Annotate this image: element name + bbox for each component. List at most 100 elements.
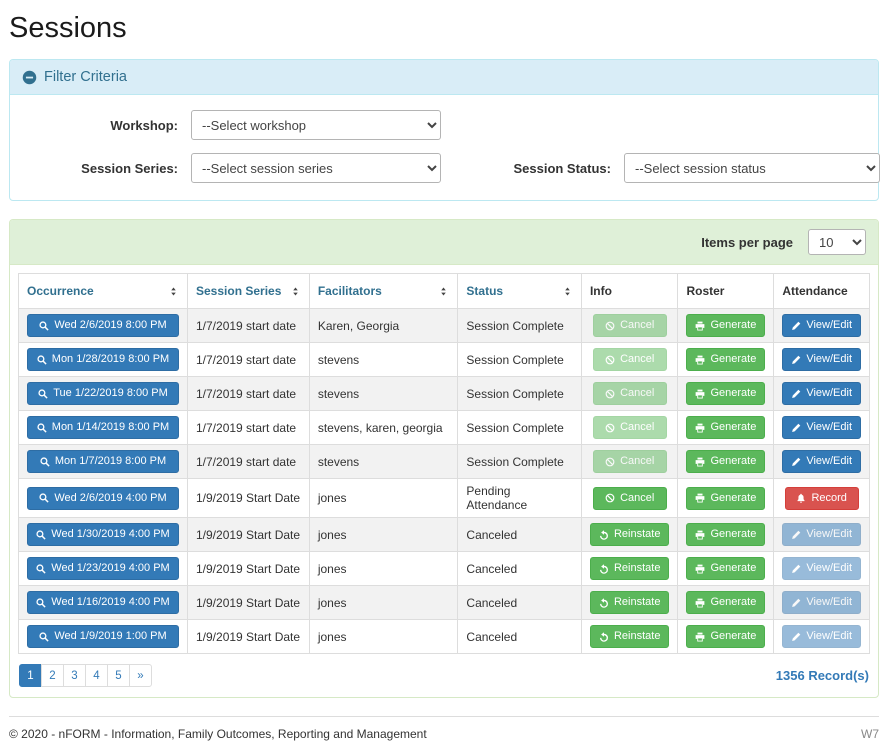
- session-series-cell: 1/7/2019 start date: [188, 309, 310, 343]
- pencil-icon: [791, 389, 801, 399]
- facilitators-cell: stevens: [309, 377, 458, 411]
- items-per-page-select[interactable]: 10: [808, 229, 866, 255]
- view-edit-button[interactable]: View/Edit: [782, 382, 861, 405]
- filter-panel-header[interactable]: Filter Criteria: [10, 60, 878, 95]
- column-header-roster: Roster: [678, 274, 774, 309]
- generate-button[interactable]: Generate: [686, 487, 765, 510]
- table-row: Tue 1/22/2019 8:00 PM1/7/2019 start date…: [19, 377, 870, 411]
- column-header-session-series[interactable]: Session Series: [188, 274, 310, 309]
- table-row: Wed 1/9/2019 1:00 PM 1/9/2019 Start Datej…: [19, 620, 870, 654]
- view-edit-button-label: View/Edit: [806, 597, 852, 608]
- info-cell: Cancel: [581, 479, 677, 518]
- undo-icon: [599, 632, 609, 642]
- occurrence-label: Wed 1/9/2019 1:00 PM: [54, 631, 166, 642]
- session-series-select[interactable]: --Select session series: [191, 153, 441, 183]
- reinstate-button[interactable]: Reinstate: [590, 557, 669, 580]
- attendance-cell: View/Edit: [774, 518, 870, 552]
- pagination-page-2[interactable]: 2: [41, 664, 64, 687]
- pagination-page-1[interactable]: 1: [19, 664, 42, 687]
- occurrence-button[interactable]: Wed 1/30/2019 4:00 PM: [27, 523, 179, 546]
- occurrence-button[interactable]: Tue 1/22/2019 8:00 PM: [27, 382, 179, 405]
- info-cell: Cancel: [581, 445, 677, 479]
- cancel-button: Cancel: [593, 314, 667, 337]
- occurrence-cell: Mon 1/28/2019 8:00 PM: [19, 343, 188, 377]
- cancel-button-label: Cancel: [620, 388, 654, 399]
- print-icon: [695, 564, 705, 574]
- occurrence-label: Wed 2/6/2019 4:00 PM: [54, 493, 166, 504]
- column-header-facilitators[interactable]: Facilitators: [309, 274, 458, 309]
- record-button[interactable]: Record: [785, 487, 859, 510]
- attendance-cell: View/Edit: [774, 445, 870, 479]
- column-header-status[interactable]: Status: [458, 274, 582, 309]
- ban-icon: [605, 423, 615, 433]
- table-row: Wed 2/6/2019 8:00 PM1/7/2019 start dateK…: [19, 309, 870, 343]
- reinstate-button[interactable]: Reinstate: [590, 591, 669, 614]
- session-status-group: Session Status: --Select session status: [499, 153, 880, 183]
- facilitators-cell: jones: [309, 552, 458, 586]
- pagination-page-3[interactable]: 3: [63, 664, 86, 687]
- pagination-page-4[interactable]: 4: [85, 664, 108, 687]
- pagination-next[interactable]: »: [129, 664, 152, 687]
- view-edit-button-label: View/Edit: [806, 422, 852, 433]
- occurrence-label: Wed 1/30/2019 4:00 PM: [51, 529, 169, 540]
- facilitators-cell: jones: [309, 620, 458, 654]
- generate-button[interactable]: Generate: [686, 557, 765, 580]
- occurrence-button[interactable]: Wed 2/6/2019 4:00 PM: [27, 487, 179, 510]
- filter-panel: Filter Criteria Workshop: --Select works…: [9, 59, 879, 201]
- generate-button[interactable]: Generate: [686, 625, 765, 648]
- occurrence-cell: Wed 1/30/2019 4:00 PM: [19, 518, 188, 552]
- session-series-cell: 1/9/2019 Start Date: [188, 552, 310, 586]
- pencil-icon: [791, 457, 801, 467]
- column-header-occurrence[interactable]: Occurrence: [19, 274, 188, 309]
- workshop-select[interactable]: --Select workshop: [191, 110, 441, 140]
- occurrence-button[interactable]: Mon 1/14/2019 8:00 PM: [27, 416, 179, 439]
- roster-cell: Generate: [678, 343, 774, 377]
- occurrence-cell: Mon 1/7/2019 8:00 PM: [19, 445, 188, 479]
- reinstate-button[interactable]: Reinstate: [590, 523, 669, 546]
- view-edit-button[interactable]: View/Edit: [782, 416, 861, 439]
- occurrence-button[interactable]: Mon 1/7/2019 8:00 PM: [27, 450, 179, 473]
- minus-circle-icon[interactable]: [22, 70, 37, 85]
- occurrence-button[interactable]: Wed 1/23/2019 4:00 PM: [27, 557, 179, 580]
- print-icon: [695, 632, 705, 642]
- occurrence-cell: Wed 1/16/2019 4:00 PM: [19, 586, 188, 620]
- occurrence-button[interactable]: Wed 1/9/2019 1:00 PM: [27, 625, 179, 648]
- reinstate-button[interactable]: Reinstate: [590, 625, 669, 648]
- generate-button[interactable]: Generate: [686, 450, 765, 473]
- info-cell: Reinstate: [581, 586, 677, 620]
- ban-icon: [605, 457, 615, 467]
- generate-button[interactable]: Generate: [686, 382, 765, 405]
- session-series-cell: 1/9/2019 Start Date: [188, 620, 310, 654]
- page-footer: © 2020 - nFORM - Information, Family Out…: [9, 716, 879, 751]
- generate-button-label: Generate: [710, 529, 756, 540]
- table-footer: 12345» 1356 Record(s): [18, 664, 870, 689]
- generate-button[interactable]: Generate: [686, 416, 765, 439]
- info-cell: Reinstate: [581, 552, 677, 586]
- status-cell: Session Complete: [458, 309, 582, 343]
- column-label: Session Series: [196, 284, 281, 298]
- cancel-button: Cancel: [593, 450, 667, 473]
- view-edit-button[interactable]: View/Edit: [782, 348, 861, 371]
- search-icon: [37, 423, 47, 433]
- pencil-icon: [791, 632, 801, 642]
- occurrence-button[interactable]: Wed 2/6/2019 8:00 PM: [27, 314, 179, 337]
- undo-icon: [599, 598, 609, 608]
- view-edit-button[interactable]: View/Edit: [782, 450, 861, 473]
- occurrence-button[interactable]: Mon 1/28/2019 8:00 PM: [27, 348, 179, 371]
- items-per-page-label: Items per page: [701, 235, 793, 250]
- session-series-cell: 1/9/2019 Start Date: [188, 586, 310, 620]
- generate-button[interactable]: Generate: [686, 591, 765, 614]
- print-icon: [695, 457, 705, 467]
- occurrence-button[interactable]: Wed 1/16/2019 4:00 PM: [27, 591, 179, 614]
- occurrence-label: Wed 1/23/2019 4:00 PM: [51, 563, 169, 574]
- view-edit-button[interactable]: View/Edit: [782, 314, 861, 337]
- session-status-select[interactable]: --Select session status: [624, 153, 880, 183]
- pagination-page-5[interactable]: 5: [107, 664, 130, 687]
- generate-button[interactable]: Generate: [686, 314, 765, 337]
- search-icon: [36, 564, 46, 574]
- column-header-info: Info: [581, 274, 677, 309]
- cancel-button[interactable]: Cancel: [593, 487, 667, 510]
- search-icon: [38, 389, 48, 399]
- generate-button[interactable]: Generate: [686, 523, 765, 546]
- generate-button[interactable]: Generate: [686, 348, 765, 371]
